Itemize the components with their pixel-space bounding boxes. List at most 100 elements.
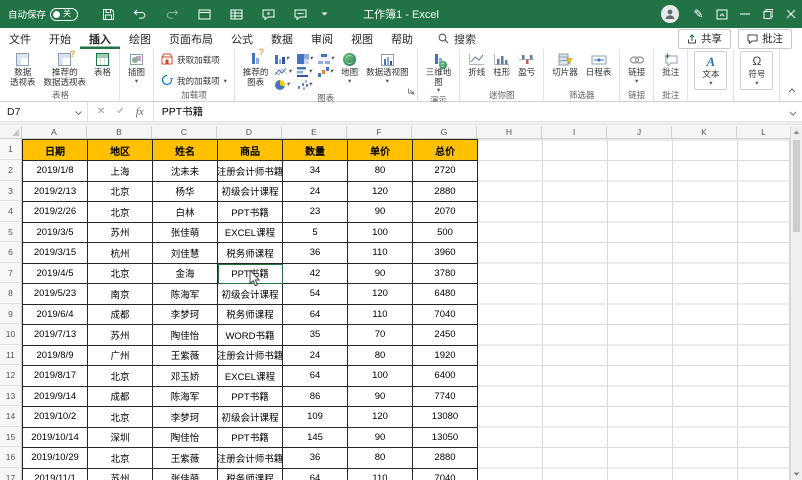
cell-G5[interactable]: 500 bbox=[413, 223, 478, 244]
cell-E5[interactable]: 5 bbox=[283, 223, 348, 244]
select-all-corner[interactable] bbox=[0, 126, 22, 138]
header-cell-G1[interactable]: 总价 bbox=[413, 140, 478, 161]
name-box-dropdown-icon[interactable] bbox=[75, 106, 87, 118]
cell-E10[interactable]: 35 bbox=[283, 325, 348, 346]
scroll-down-icon[interactable] bbox=[791, 468, 802, 480]
cell-F9[interactable]: 110 bbox=[348, 305, 413, 326]
cell-F4[interactable]: 90 bbox=[348, 202, 413, 223]
column-header-F[interactable]: F bbox=[347, 126, 412, 138]
cell-A6[interactable]: 2019/3/15 bbox=[23, 243, 88, 264]
ribbon-tab-3[interactable]: 绘图 bbox=[120, 28, 160, 49]
grid-view-icon[interactable] bbox=[220, 2, 252, 26]
cell-C16[interactable]: 王紫薇 bbox=[153, 448, 218, 469]
row-header-6[interactable]: 6 bbox=[0, 242, 21, 263]
cell-G3[interactable]: 2880 bbox=[413, 182, 478, 203]
cell-G12[interactable]: 6400 bbox=[413, 366, 478, 387]
cell-F14[interactable]: 120 bbox=[348, 407, 413, 428]
cell-G17[interactable]: 7040 bbox=[413, 469, 478, 480]
cell-D10[interactable]: WORD书籍 bbox=[218, 325, 283, 346]
cell-E13[interactable]: 86 bbox=[283, 387, 348, 408]
ribbon-button-sparkline-line-icon[interactable]: 折线 bbox=[464, 51, 489, 90]
cell-A12[interactable]: 2019/8/17 bbox=[23, 366, 88, 387]
cell-D17[interactable]: 税务师课程 bbox=[218, 469, 283, 480]
cell-C12[interactable]: 邓玉娇 bbox=[153, 366, 218, 387]
cell-C17[interactable]: 张佳萌 bbox=[153, 469, 218, 480]
formula-content[interactable]: PPT书籍 bbox=[154, 104, 789, 119]
column-header-E[interactable]: E bbox=[282, 126, 347, 138]
cell-D6[interactable]: 税务师课程 bbox=[218, 243, 283, 264]
insert-function-icon[interactable]: fx bbox=[136, 106, 144, 118]
header-cell-A1[interactable]: 日期 bbox=[23, 140, 88, 161]
dialog-launcher-icon[interactable] bbox=[407, 82, 415, 100]
row-header-7[interactable]: 7 bbox=[0, 263, 21, 284]
save-icon[interactable] bbox=[92, 2, 124, 26]
cell-G2[interactable]: 2720 bbox=[413, 161, 478, 182]
ribbon-button-table-icon[interactable]: 表格 bbox=[90, 51, 115, 90]
cell-B14[interactable]: 北京 bbox=[88, 407, 153, 428]
cell-B12[interactable]: 北京 bbox=[88, 366, 153, 387]
cell-B15[interactable]: 深圳 bbox=[88, 428, 153, 449]
cell-C15[interactable]: 陶佳怡 bbox=[153, 428, 218, 449]
ribbon-button-sparkline-winloss-icon[interactable]: 盈亏 bbox=[514, 51, 539, 90]
ribbon-button-column-chart-icon[interactable]: ▾ bbox=[275, 54, 291, 64]
ribbon-tab-1[interactable]: 开始 bbox=[40, 28, 80, 49]
ribbon-button-bar-chart-icon[interactable]: ▾ bbox=[297, 67, 313, 77]
cell-B11[interactable]: 广州 bbox=[88, 346, 153, 367]
ribbon-button-hierarchy-chart-icon[interactable]: ▾ bbox=[318, 54, 334, 64]
window-icon[interactable] bbox=[188, 2, 220, 26]
cell-E11[interactable]: 24 bbox=[283, 346, 348, 367]
row-header-8[interactable]: 8 bbox=[0, 283, 21, 304]
cell-F6[interactable]: 110 bbox=[348, 243, 413, 264]
cell-B7[interactable]: 北京 bbox=[88, 264, 153, 285]
cell-E12[interactable]: 64 bbox=[283, 366, 348, 387]
cell-A2[interactable]: 2019/1/8 bbox=[23, 161, 88, 182]
cell-E15[interactable]: 145 bbox=[283, 428, 348, 449]
cell-A11[interactable]: 2019/8/9 bbox=[23, 346, 88, 367]
cell-C6[interactable]: 刘佳慧 bbox=[153, 243, 218, 264]
header-cell-B1[interactable]: 地区 bbox=[88, 140, 153, 161]
ribbon-button-pie-chart-icon[interactable]: ▾ bbox=[275, 80, 291, 90]
cell-F15[interactable]: 90 bbox=[348, 428, 413, 449]
row-header-15[interactable]: 15 bbox=[0, 427, 21, 448]
cell-E17[interactable]: 64 bbox=[283, 469, 348, 480]
cell-C8[interactable]: 陈海军 bbox=[153, 284, 218, 305]
confirm-entry-icon[interactable]: ✓ bbox=[116, 106, 124, 117]
cell-G9[interactable]: 7040 bbox=[413, 305, 478, 326]
cell-B6[interactable]: 杭州 bbox=[88, 243, 153, 264]
row-header-9[interactable]: 9 bbox=[0, 304, 21, 325]
maximize-icon[interactable] bbox=[756, 2, 779, 26]
ribbon-button-text-icon[interactable]: A文本▾ bbox=[694, 51, 727, 90]
cell-C13[interactable]: 陈海军 bbox=[153, 387, 218, 408]
row-header-16[interactable]: 16 bbox=[0, 447, 21, 468]
cell-D4[interactable]: PPT书籍 bbox=[218, 202, 283, 223]
cell-G4[interactable]: 2070 bbox=[413, 202, 478, 223]
cell-F5[interactable]: 100 bbox=[348, 223, 413, 244]
row-header-17[interactable]: 17 bbox=[0, 468, 21, 480]
column-header-K[interactable]: K bbox=[672, 126, 737, 138]
ribbon-tab-2[interactable]: 插入 bbox=[80, 28, 120, 49]
cell-D11[interactable]: 注册会计师书籍 bbox=[218, 346, 283, 367]
redo-icon[interactable] bbox=[156, 2, 188, 26]
column-header-I[interactable]: I bbox=[542, 126, 607, 138]
ribbon-button-pivot-table-icon[interactable]: 数据 透视表 bbox=[6, 51, 40, 90]
autosave-toggle[interactable]: 自动保存 关 bbox=[8, 7, 78, 21]
cell-E4[interactable]: 23 bbox=[283, 202, 348, 223]
share-button[interactable]: 共享 bbox=[678, 29, 731, 49]
cell-E2[interactable]: 34 bbox=[283, 161, 348, 182]
cell-A16[interactable]: 2019/10/29 bbox=[23, 448, 88, 469]
undo-icon[interactable] bbox=[124, 2, 156, 26]
cell-F16[interactable]: 80 bbox=[348, 448, 413, 469]
cell-B17[interactable]: 苏州 bbox=[88, 469, 153, 480]
cell-B4[interactable]: 北京 bbox=[88, 202, 153, 223]
ribbon-tab-5[interactable]: 公式 bbox=[222, 28, 262, 49]
ribbon-button-treemap-chart-icon[interactable]: ▾ bbox=[297, 54, 313, 64]
cell-E7[interactable]: 42 bbox=[283, 264, 348, 285]
cell-A8[interactable]: 2019/5/23 bbox=[23, 284, 88, 305]
chat-bubble2-icon[interactable] bbox=[284, 2, 316, 26]
cell-A4[interactable]: 2019/2/26 bbox=[23, 202, 88, 223]
header-cell-F1[interactable]: 单价 bbox=[348, 140, 413, 161]
autosave-switch-icon[interactable]: 关 bbox=[50, 8, 78, 21]
row-header-2[interactable]: 2 bbox=[0, 160, 21, 181]
cell-A15[interactable]: 2019/10/14 bbox=[23, 428, 88, 449]
column-header-C[interactable]: C bbox=[152, 126, 217, 138]
